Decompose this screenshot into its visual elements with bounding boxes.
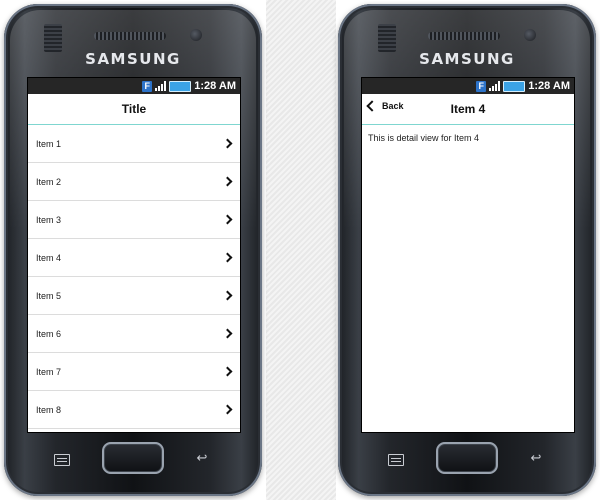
home-button[interactable] xyxy=(436,442,498,474)
list-item-label: Item 5 xyxy=(36,290,62,301)
sensor-grille xyxy=(44,24,62,52)
status-bar: F 1:28 AM xyxy=(28,78,240,94)
detail-text: This is detail view for Item 4 xyxy=(368,133,480,143)
chevron-left-icon xyxy=(366,100,378,112)
list-item-label: Item 2 xyxy=(36,176,62,187)
battery-icon xyxy=(503,80,526,92)
background-pattern-left xyxy=(266,0,336,500)
list-item[interactable]: Item 8 xyxy=(28,391,240,429)
page-title: Item 4 xyxy=(450,102,486,116)
chevron-right-icon xyxy=(222,290,233,301)
chevron-right-icon xyxy=(222,176,233,187)
menu-key-icon[interactable] xyxy=(54,454,70,466)
phone-left: SAMSUNG F 1:28 AM Title Item 1 Item 2 It… xyxy=(4,4,262,496)
list-item[interactable]: Item 6 xyxy=(28,315,240,353)
status-bar: F 1:28 AM xyxy=(362,78,574,94)
screen: F 1:28 AM Title Item 1 Item 2 Item 3 Ite… xyxy=(28,78,240,432)
app-header: Back Item 4 xyxy=(362,94,574,125)
back-button-label: Back xyxy=(382,101,404,111)
earpiece-speaker xyxy=(94,32,166,40)
hardware-keys: ↩ xyxy=(338,440,596,480)
earpiece-speaker xyxy=(428,32,500,40)
sensor-grille xyxy=(378,24,396,52)
page-title: Title xyxy=(121,102,147,116)
menu-key-icon[interactable] xyxy=(388,454,404,466)
app-notification-icon: F xyxy=(476,80,487,92)
front-camera xyxy=(190,29,202,41)
app-header: Title xyxy=(28,94,240,125)
status-time: 1:28 AM xyxy=(194,80,236,92)
item-list: Item 1 Item 2 Item 3 Item 4 Item 5 Item … xyxy=(28,125,240,429)
back-key-icon[interactable]: ↩ xyxy=(528,451,544,464)
signal-icon xyxy=(489,81,501,91)
list-item-label: Item 1 xyxy=(36,138,62,149)
list-item[interactable]: Item 4 xyxy=(28,239,240,277)
front-camera xyxy=(524,29,536,41)
status-time: 1:28 AM xyxy=(528,80,570,92)
back-button[interactable]: Back xyxy=(366,100,404,112)
screen: F 1:28 AM Back Item 4 This is detail vie… xyxy=(362,78,574,432)
chevron-right-icon xyxy=(222,366,233,377)
signal-icon xyxy=(155,81,167,91)
list-item[interactable]: Item 7 xyxy=(28,353,240,391)
list-item-label: Item 6 xyxy=(36,328,62,339)
chevron-right-icon xyxy=(222,138,233,149)
home-button[interactable] xyxy=(102,442,164,474)
list-item[interactable]: Item 1 xyxy=(28,125,240,163)
list-item[interactable]: Item 3 xyxy=(28,201,240,239)
brand-logo: SAMSUNG xyxy=(85,50,181,68)
list-item[interactable]: Item 2 xyxy=(28,163,240,201)
chevron-right-icon xyxy=(222,328,233,339)
chevron-right-icon xyxy=(222,214,233,225)
list-item-label: Item 8 xyxy=(36,404,62,415)
list-item-label: Item 3 xyxy=(36,214,62,225)
brand-logo: SAMSUNG xyxy=(419,50,515,68)
list-item-label: Item 4 xyxy=(36,252,62,263)
hardware-keys: ↩ xyxy=(4,440,262,480)
list-item[interactable]: Item 5 xyxy=(28,277,240,315)
chevron-right-icon xyxy=(222,404,233,415)
app-notification-icon: F xyxy=(142,80,153,92)
battery-icon xyxy=(169,80,192,92)
back-key-icon[interactable]: ↩ xyxy=(194,451,210,464)
chevron-right-icon xyxy=(222,252,233,263)
phone-right: SAMSUNG F 1:28 AM Back Item 4 This is de… xyxy=(338,4,596,496)
list-item-label: Item 7 xyxy=(36,366,62,377)
